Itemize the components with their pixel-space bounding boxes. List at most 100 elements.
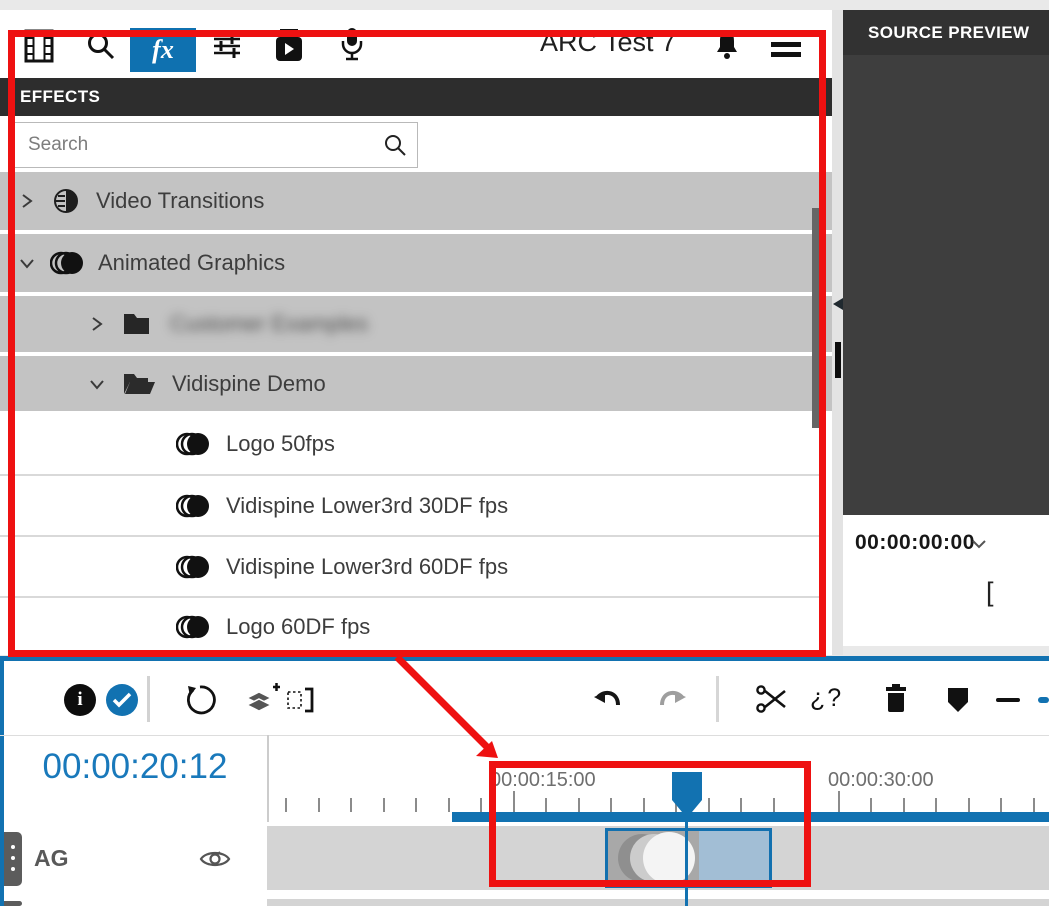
- timeline-current-timecode[interactable]: 00:00:20:12: [18, 747, 252, 787]
- redo-button[interactable]: [658, 687, 688, 718]
- app-window: fx ARC Test 7: [0, 0, 1049, 906]
- scissors-icon: [756, 685, 788, 713]
- export-render-button[interactable]: [272, 29, 304, 68]
- tree-item-label: Vidispine Lower3rd 30DF fps: [226, 493, 508, 519]
- animated-graphics-icon: [50, 248, 84, 278]
- source-preview-title: SOURCE PREVIEW: [868, 23, 1029, 42]
- playhead[interactable]: [670, 770, 704, 825]
- sliders-icon: [212, 31, 242, 61]
- filmstrip-icon: [24, 29, 54, 63]
- timecode-dropdown[interactable]: [971, 537, 987, 555]
- toolbar-divider: [147, 676, 150, 722]
- add-marker-button[interactable]: [946, 687, 970, 718]
- menu-button[interactable]: [770, 31, 802, 64]
- dot: [11, 845, 15, 849]
- playhead-line[interactable]: [685, 818, 688, 906]
- animated-graphics-icon: [176, 491, 210, 521]
- folder-open-icon: [122, 371, 156, 397]
- panel-splitter[interactable]: [832, 10, 843, 655]
- source-preview-video: [843, 55, 1049, 515]
- undo-icon: [592, 687, 622, 713]
- toolbar-divider: [716, 676, 719, 722]
- reset-button[interactable]: [184, 684, 216, 721]
- timeline-ruler[interactable]: 00:00:15:00 00:00:30:00: [269, 735, 1049, 822]
- tree-item-video-transitions[interactable]: Video Transitions: [0, 172, 844, 230]
- clip-extension: [699, 831, 769, 885]
- eye-icon: [198, 847, 232, 871]
- microphone-icon: [340, 27, 364, 63]
- settings-button[interactable]: [212, 31, 242, 66]
- chevron-down-icon[interactable]: [88, 377, 106, 391]
- bell-icon: [714, 29, 740, 61]
- tree-item-animated-graphics[interactable]: Animated Graphics: [0, 234, 844, 292]
- track-visibility-toggle[interactable]: [198, 847, 232, 876]
- tree-item-label: Vidispine Lower3rd 60DF fps: [226, 554, 508, 580]
- redo-icon: [658, 687, 688, 713]
- playhead-marker-icon: [670, 770, 704, 820]
- hamburger-icon: [770, 31, 802, 59]
- track-lane: [267, 899, 1049, 906]
- delete-button[interactable]: [884, 684, 908, 719]
- tree-item-label: Logo 60DF fps: [226, 614, 370, 640]
- unlink-button[interactable]: ¿?: [810, 684, 843, 713]
- source-preview-controls: 00:00:00:00 [: [843, 515, 1049, 646]
- track-drag-handle[interactable]: [4, 832, 22, 886]
- dot: [11, 856, 15, 860]
- search-icon: [383, 133, 407, 157]
- dot: [11, 867, 15, 871]
- marker-flag-icon: [946, 687, 970, 713]
- trim-box-icon: [286, 686, 316, 714]
- effects-search-input[interactable]: [14, 122, 418, 168]
- animated-graphics-icon: [176, 552, 210, 582]
- splitter-handle[interactable]: [835, 342, 841, 378]
- project-title: ARC Test 7: [540, 27, 676, 58]
- animated-graphics-icon: [176, 612, 210, 642]
- effects-panel-title: EFFECTS: [20, 87, 100, 106]
- tree-item-customer-examples[interactable]: Customer Examples: [0, 296, 914, 352]
- effects-panel-header: EFFECTS: [0, 78, 832, 116]
- effects-fx-button[interactable]: fx: [130, 28, 196, 72]
- track-gap: [4, 890, 1049, 899]
- notifications-button[interactable]: [714, 29, 740, 66]
- undo-button[interactable]: [592, 687, 622, 718]
- tree-item-label: Customer Examples: [170, 311, 368, 337]
- tree-item-label: Video Transitions: [96, 188, 264, 214]
- voiceover-button[interactable]: [340, 27, 364, 68]
- cut-button[interactable]: [756, 685, 788, 718]
- effects-search-button[interactable]: [383, 133, 407, 162]
- search-nav-button[interactable]: [86, 31, 116, 66]
- tree-item-label: Vidispine Demo: [172, 371, 326, 397]
- export-render-icon: [272, 29, 304, 63]
- chevron-right-icon[interactable]: [88, 315, 106, 333]
- timeline-clip-animated-graphics[interactable]: [605, 828, 772, 888]
- ruler-label: 00:00:30:00: [828, 769, 934, 792]
- fx-icon: fx: [152, 35, 174, 65]
- transition-icon: [50, 186, 82, 216]
- zoom-slider[interactable]: [1038, 697, 1049, 703]
- clip-info-button[interactable]: i: [64, 684, 96, 716]
- search-icon: [86, 31, 116, 61]
- track-drag-handle[interactable]: [4, 901, 22, 906]
- zoom-out-button[interactable]: [996, 698, 1020, 702]
- restore-icon: [184, 684, 216, 716]
- trash-icon: [884, 684, 908, 714]
- chevron-down-icon[interactable]: [18, 256, 36, 270]
- tree-item-vidispine-demo[interactable]: Vidispine Demo: [0, 356, 914, 411]
- effects-scrollbar-thumb[interactable]: [812, 208, 826, 428]
- folder-icon: [122, 311, 154, 337]
- tree-item-label: Logo 50fps: [226, 431, 335, 457]
- mark-in-button[interactable]: [: [986, 577, 994, 608]
- check-icon: [111, 691, 133, 709]
- tree-item-label: Animated Graphics: [98, 250, 285, 276]
- media-bin-button[interactable]: [24, 29, 54, 68]
- trim-view-button[interactable]: [286, 686, 316, 719]
- layers-plus-icon: [244, 682, 280, 716]
- ruler-range-bar: [452, 812, 1049, 822]
- add-layer-button[interactable]: [244, 682, 280, 721]
- track-name: AG: [34, 845, 69, 872]
- chevron-right-icon[interactable]: [18, 192, 36, 210]
- chevron-down-icon: [971, 538, 987, 550]
- approve-button[interactable]: [106, 684, 138, 716]
- animated-graphics-icon: [176, 429, 210, 459]
- source-preview-timecode[interactable]: 00:00:00:00: [855, 531, 975, 555]
